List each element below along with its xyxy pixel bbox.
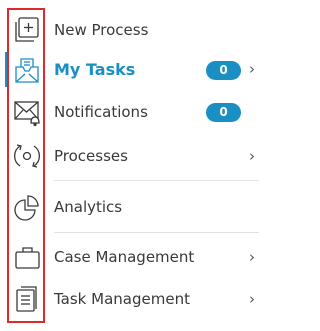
menu-item-case-management[interactable]: Case Management › [0,240,263,274]
menu-item-notifications[interactable]: Notifications 0 [0,95,263,129]
menu-item-my-tasks[interactable]: My Tasks 0 › [0,53,263,87]
task-count-badge: 0 [206,61,241,80]
menu-divider [54,180,259,181]
task-management-icon [12,284,42,314]
case-management-icon [12,242,42,272]
chevron-right-icon: › [249,60,255,78]
menu-item-label: Task Management [54,290,190,308]
chevron-right-icon: › [249,248,255,266]
new-process-icon [12,15,42,45]
chevron-right-icon: › [249,147,255,165]
menu-item-label: Notifications [54,103,148,121]
navigation-menu: New Process My Tasks 0 › Notifications 0… [0,0,263,331]
menu-divider [54,232,259,233]
menu-item-label: New Process [54,21,149,39]
menu-item-label: Processes [54,147,128,165]
analytics-icon [12,192,42,222]
menu-item-new-process[interactable]: New Process [0,13,263,47]
menu-item-task-management[interactable]: Task Management › [0,282,263,316]
menu-item-processes[interactable]: Processes › [0,139,263,173]
my-tasks-icon [12,55,42,85]
processes-icon [12,141,42,171]
notifications-icon [12,97,42,127]
notification-count-badge: 0 [206,103,241,122]
menu-item-label: Analytics [54,198,123,216]
menu-item-analytics[interactable]: Analytics [0,190,263,224]
menu-item-label: Case Management [54,248,195,266]
chevron-right-icon: › [249,290,255,308]
menu-item-label: My Tasks [54,60,136,79]
